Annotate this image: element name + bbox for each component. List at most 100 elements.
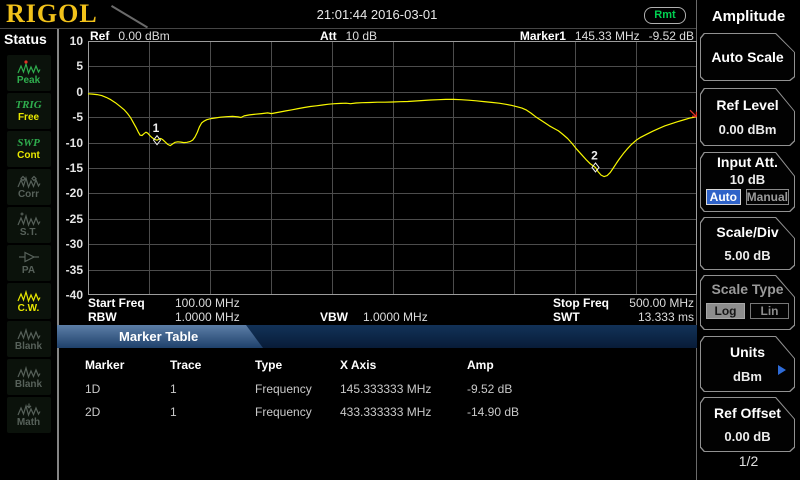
y-tick-label: -5 [57,110,83,124]
y-tick-label: 5 [57,59,83,73]
status-item-label: Cont [17,150,40,162]
input-att-value: 10 dB [730,172,765,187]
rbw-label: RBW [88,310,117,324]
scale-type-label: Scale Type [711,281,783,297]
units-value: dBm [733,369,762,384]
ref-level-button-value: 0.00 dBm [719,122,777,137]
waveform-icon [16,363,42,379]
status-item-label: Blank [15,379,42,391]
status-panel: PeakTRIGFreeSWPContCorrS.T.PAC.W.BlankBl… [0,55,57,435]
marker-1-label: 1 [153,121,160,135]
marker-table-header: Amp [467,358,494,372]
marker-table: MarkerTraceTypeX AxisAmp1D1Frequency145.… [57,350,697,440]
graph-annotation-freq: Start Freq 100.00 MHz Stop Freq 500.00 M… [88,296,694,309]
start-freq-value: 100.00 MHz [175,296,240,310]
status-item-st: S.T. [7,207,51,243]
input-att-auto-option[interactable]: Auto [706,189,741,205]
rbw-value: 1.0000 MHz [175,310,240,324]
status-item-cw: C.W. [7,283,51,319]
status-item-label: Math [17,417,40,429]
preamp-icon [16,249,42,265]
status-item-label: Free [18,112,39,124]
marker-table-header: Trace [170,358,201,372]
marker-table-cell: -14.90 dB [467,405,519,419]
auto-scale-label: Auto Scale [711,49,783,65]
marker-table-header: Type [255,358,282,372]
vbw-value: 1.0000 MHz [363,310,428,324]
marker-table-cell: -9.52 dB [467,382,512,396]
math-icon [16,401,42,417]
marker-table-header: Marker [85,358,124,372]
units-button[interactable]: Units dBm [700,336,795,392]
ref-offset-label: Ref Offset [714,405,781,421]
y-tick-label: -20 [57,186,83,200]
status-item-pa: PA [7,245,51,281]
input-att-button[interactable]: Input Att. 10 dB Auto Manual [700,152,795,212]
ref-offset-value: 0.00 dB [724,429,770,444]
scale-div-label: Scale/Div [716,224,778,240]
status-item-blank2: Blank [7,359,51,395]
status-item-label: Corr [18,189,39,201]
marker-table-header: X Axis [340,358,376,372]
start-freq-label: Start Freq [88,296,145,310]
y-tick-label: -25 [57,212,83,226]
waveform-icon [16,287,42,303]
submenu-arrow-icon [778,365,786,375]
marker-table-cell: Frequency [255,405,312,419]
units-label: Units [730,344,765,360]
status-item-label: PA [22,265,35,277]
swp-state-icon: SWP [17,137,40,150]
datetime-display: 21:01:44 2016-03-01 [57,7,697,22]
swt-value: 13.333 ms [638,310,694,324]
auto-scale-button[interactable]: Auto Scale [700,33,795,81]
marker-table-cell: 2D [85,405,100,419]
input-att-label: Input Att. [717,154,778,170]
y-tick-label: 10 [57,34,83,48]
status-item-label: Blank [15,341,42,353]
marker-2-label: 2 [591,148,598,162]
waveform-peak-icon [16,59,42,75]
marker-table-cell: 1 [170,405,177,419]
vbw-label: VBW [320,310,348,324]
ref-level-button[interactable]: Ref Level 0.00 dBm [700,88,795,146]
status-item-math: Math [7,397,51,433]
input-att-manual-option[interactable]: Manual [746,189,789,205]
marker-table-cell: 433.333333 MHz [340,405,431,419]
y-tick-label: -35 [57,263,83,277]
ref-offset-button[interactable]: Ref Offset 0.00 dB [700,397,795,452]
swt-label: SWT [553,310,580,324]
y-tick-label: -10 [57,136,83,150]
status-item-trig: TRIGFree [7,93,51,129]
scale-type-lin-option[interactable]: Lin [750,303,789,319]
trace-end-mark-icon [690,110,697,117]
y-tick-label: 0 [57,85,83,99]
scale-div-button[interactable]: Scale/Div 5.00 dB [700,217,795,270]
scale-div-value: 5.00 dB [724,248,770,263]
status-panel-title: Status [4,31,47,47]
trace-1 [88,94,697,177]
waveform-icon [16,325,42,341]
status-item-label: S.T. [20,227,37,239]
menu-title: Amplitude [697,8,800,25]
status-item-label: C.W. [18,303,40,315]
marker-table-cell: 1D [85,382,100,396]
trig-state-icon: TRIG [15,99,41,112]
spectrum-plot: 12 [88,41,697,295]
marker-table-cell: 1 [170,382,177,396]
remote-status-badge: Rmt [644,7,686,24]
scale-type-button[interactable]: Scale Type Log Lin [700,275,795,330]
graph-annotation-bw: RBW 1.0000 MHz VBW 1.0000 MHz SWT 13.333… [88,310,694,323]
stop-freq-value: 500.00 MHz [629,296,694,310]
sweep-time-icon [16,211,42,227]
spectrum-analyzer-screen: RIGOL 21:01:44 2016-03-01 Rmt Status Pea… [0,0,800,480]
ref-level-button-label: Ref Level [716,97,778,113]
corr-icon [16,173,42,189]
marker-table-title: Marker Table [119,325,198,348]
y-tick-label: -40 [57,288,83,302]
scale-type-log-option[interactable]: Log [706,303,745,319]
stop-freq-label: Stop Freq [553,296,609,310]
marker-table-banner: Marker Table [57,325,697,348]
status-item-blank1: Blank [7,321,51,357]
status-item-swp: SWPCont [7,131,51,167]
status-item-label: Peak [17,75,40,87]
